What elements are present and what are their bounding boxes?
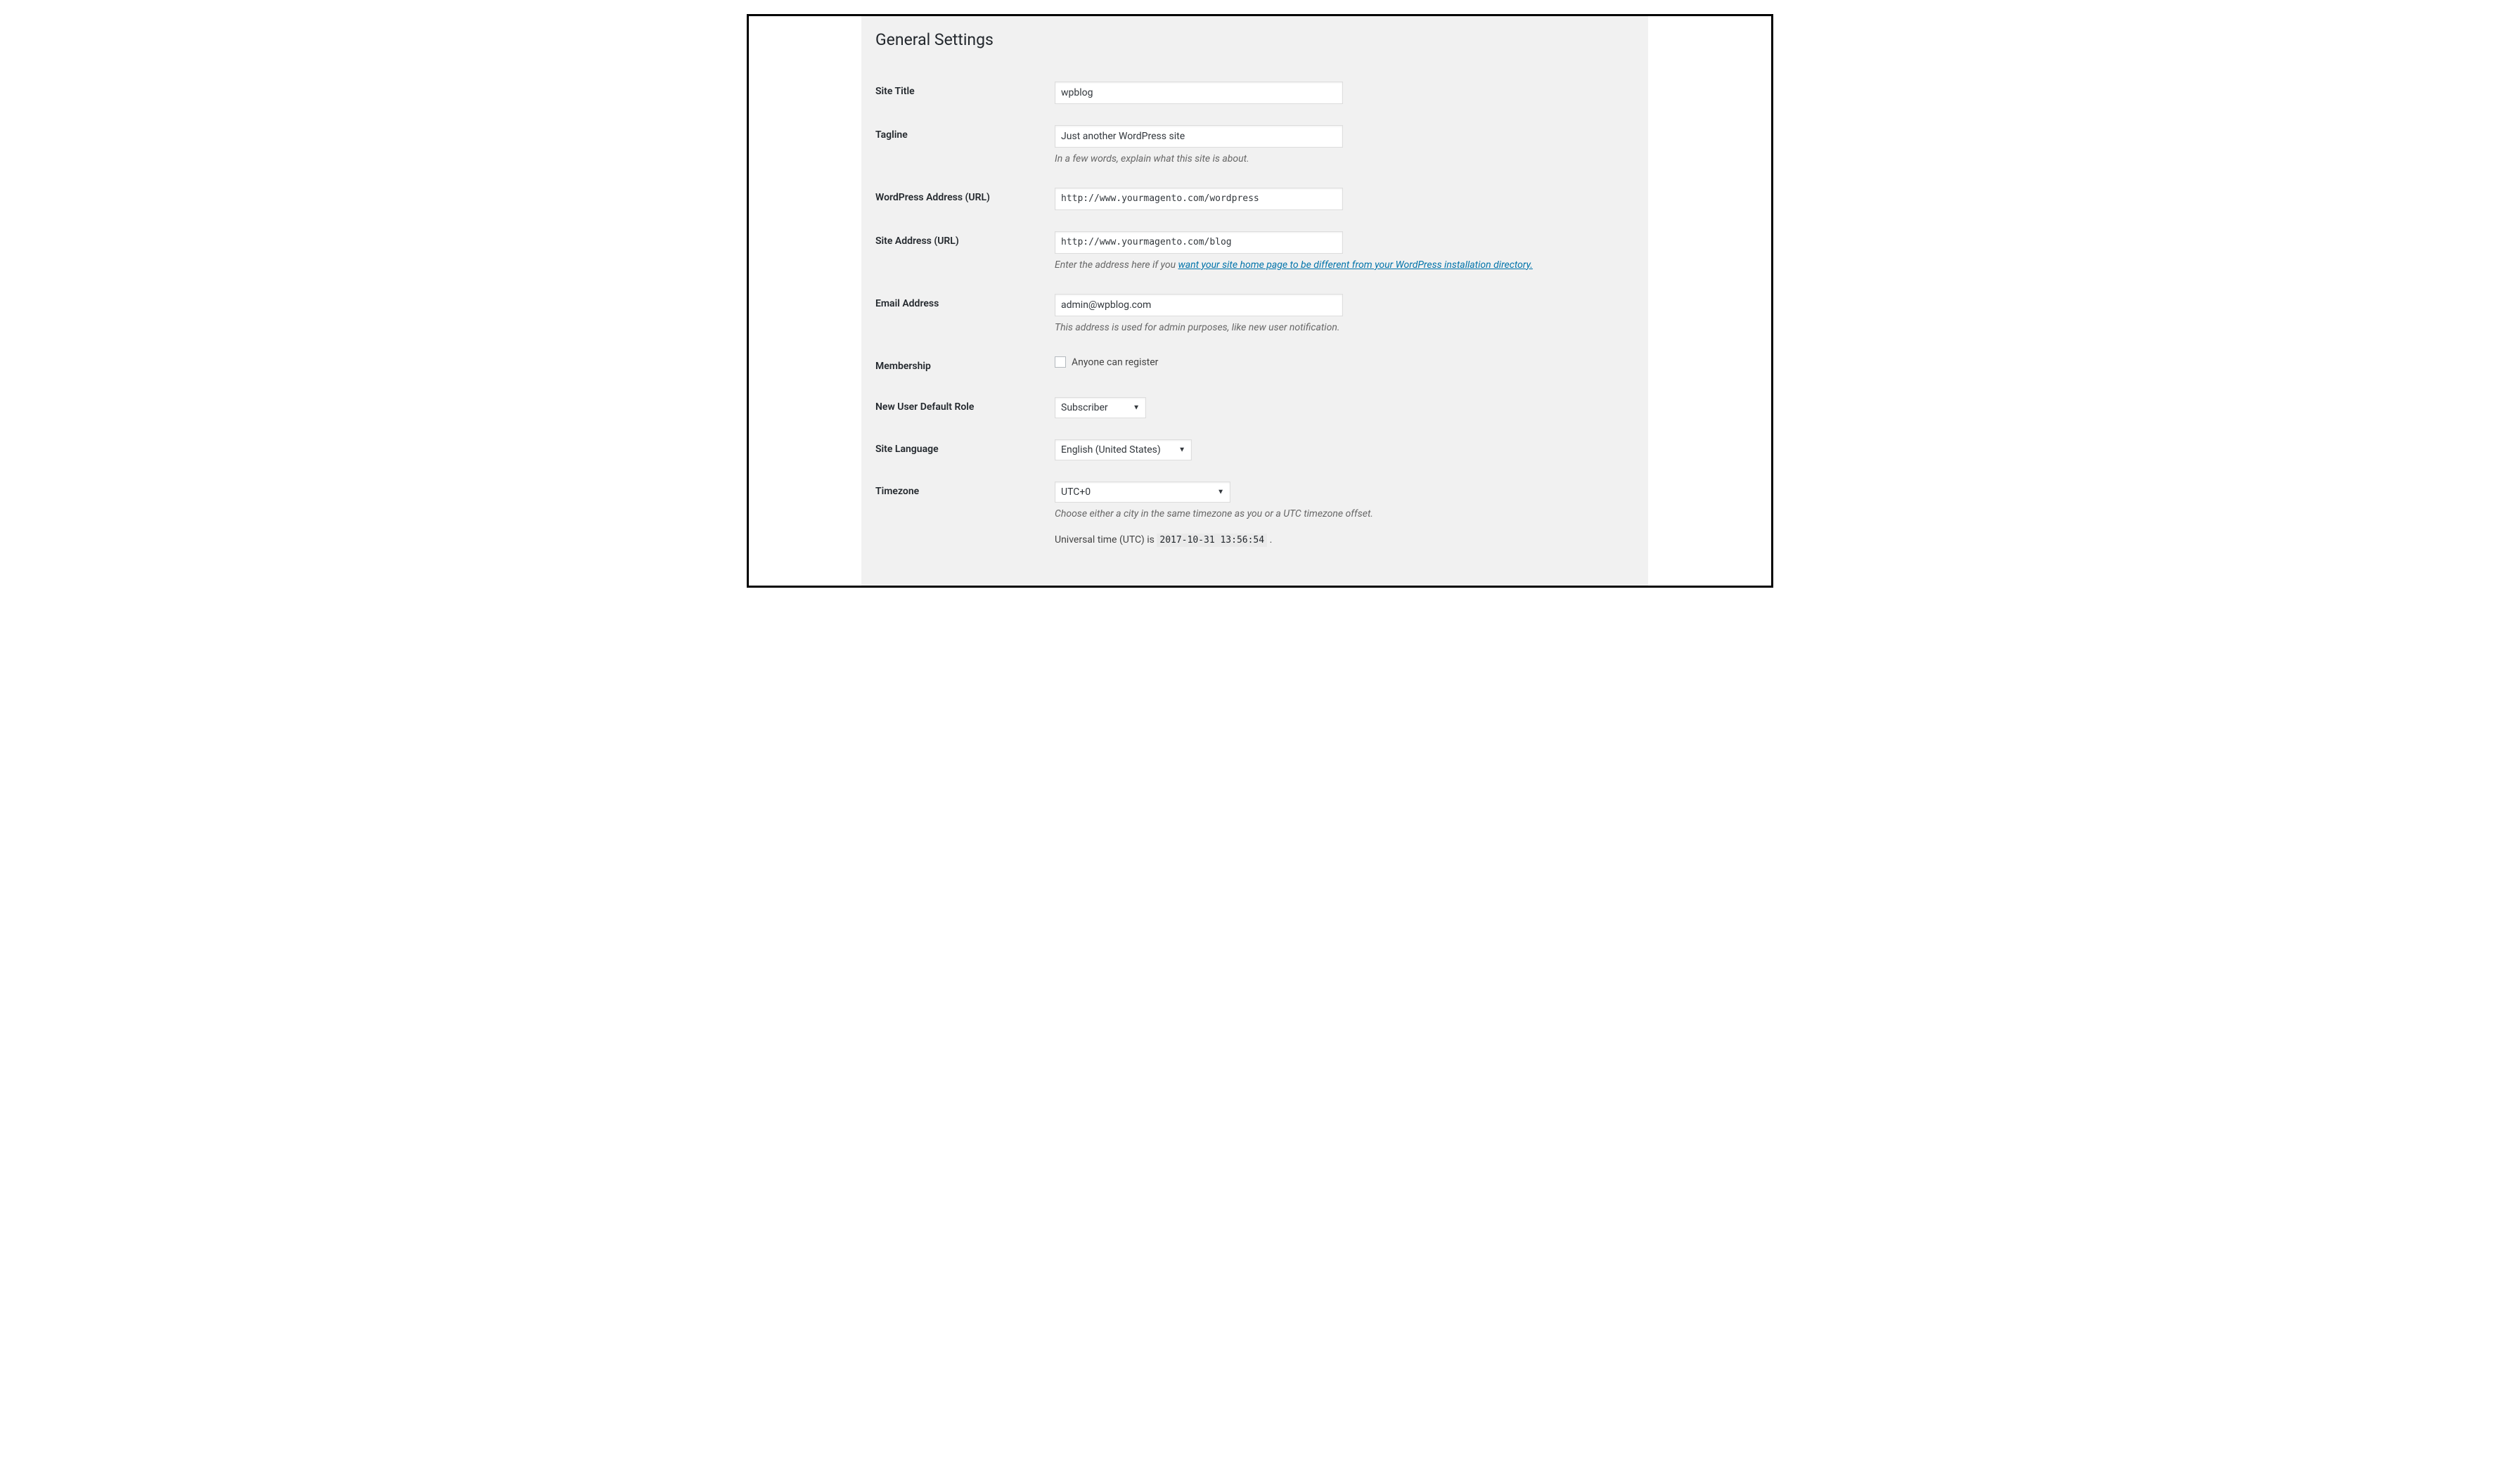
tagline-input[interactable] — [1055, 125, 1343, 148]
label-site-title: Site Title — [875, 71, 1055, 115]
row-site-address: Site Address (URL) Enter the address her… — [875, 221, 1634, 283]
page-title: General Settings — [875, 23, 1634, 53]
membership-checkbox[interactable] — [1055, 356, 1066, 368]
label-site-address: Site Address (URL) — [875, 221, 1055, 283]
label-tagline: Tagline — [875, 115, 1055, 177]
timezone-description: Choose either a city in the same timezon… — [1055, 507, 1627, 522]
row-default-role: New User Default Role Subscriber ▼ — [875, 387, 1634, 429]
timezone-select[interactable]: UTC+0 ▼ — [1055, 482, 1230, 503]
tagline-description: In a few words, explain what this site i… — [1055, 152, 1627, 167]
row-membership: Membership Anyone can register — [875, 346, 1634, 387]
site-address-desc-prefix: Enter the address here if you — [1055, 259, 1178, 271]
default-role-select[interactable]: Subscriber ▼ — [1055, 397, 1146, 418]
site-title-input[interactable] — [1055, 82, 1343, 104]
row-wp-address: WordPress Address (URL) — [875, 177, 1634, 221]
email-description: This address is used for admin purposes,… — [1055, 321, 1627, 335]
chevron-down-icon: ▼ — [1217, 489, 1224, 496]
membership-checkbox-label: Anyone can register — [1072, 356, 1158, 368]
row-tagline: Tagline In a few words, explain what thi… — [875, 115, 1634, 177]
label-email: Email Address — [875, 283, 1055, 346]
settings-form-table: Site Title Tagline In a few words, expla… — [875, 71, 1634, 556]
label-wp-address: WordPress Address (URL) — [875, 177, 1055, 221]
email-input[interactable] — [1055, 294, 1343, 316]
utc-suffix: . — [1267, 534, 1272, 546]
label-timezone: Timezone — [875, 471, 1055, 556]
site-address-description: Enter the address here if you want your … — [1055, 258, 1627, 273]
default-role-value: Subscriber — [1055, 398, 1129, 418]
utc-time-row: Universal time (UTC) is 2017-10-31 13:56… — [1055, 534, 1627, 546]
label-site-language: Site Language — [875, 429, 1055, 471]
settings-content: General Settings Site Title Tagline In a… — [861, 16, 1648, 586]
membership-checkbox-wrapper[interactable]: Anyone can register — [1055, 356, 1158, 368]
site-language-value: English (United States) — [1055, 440, 1182, 460]
label-membership: Membership — [875, 346, 1055, 387]
row-site-language: Site Language English (United States) ▼ — [875, 429, 1634, 471]
utc-time-value: 2017-10-31 13:56:54 — [1157, 534, 1267, 547]
site-language-select[interactable]: English (United States) ▼ — [1055, 439, 1192, 460]
row-email: Email Address This address is used for a… — [875, 283, 1634, 346]
site-address-desc-link[interactable]: want your site home page to be different… — [1178, 259, 1533, 271]
label-default-role: New User Default Role — [875, 387, 1055, 429]
timezone-value: UTC+0 — [1055, 482, 1112, 502]
utc-prefix: Universal time (UTC) is — [1055, 534, 1157, 546]
row-timezone: Timezone UTC+0 ▼ Choose either a city in… — [875, 471, 1634, 556]
settings-panel-frame: General Settings Site Title Tagline In a… — [747, 14, 1773, 588]
row-site-title: Site Title — [875, 71, 1634, 115]
wp-address-input[interactable] — [1055, 188, 1343, 210]
site-address-input[interactable] — [1055, 231, 1343, 254]
chevron-down-icon: ▼ — [1133, 404, 1140, 412]
